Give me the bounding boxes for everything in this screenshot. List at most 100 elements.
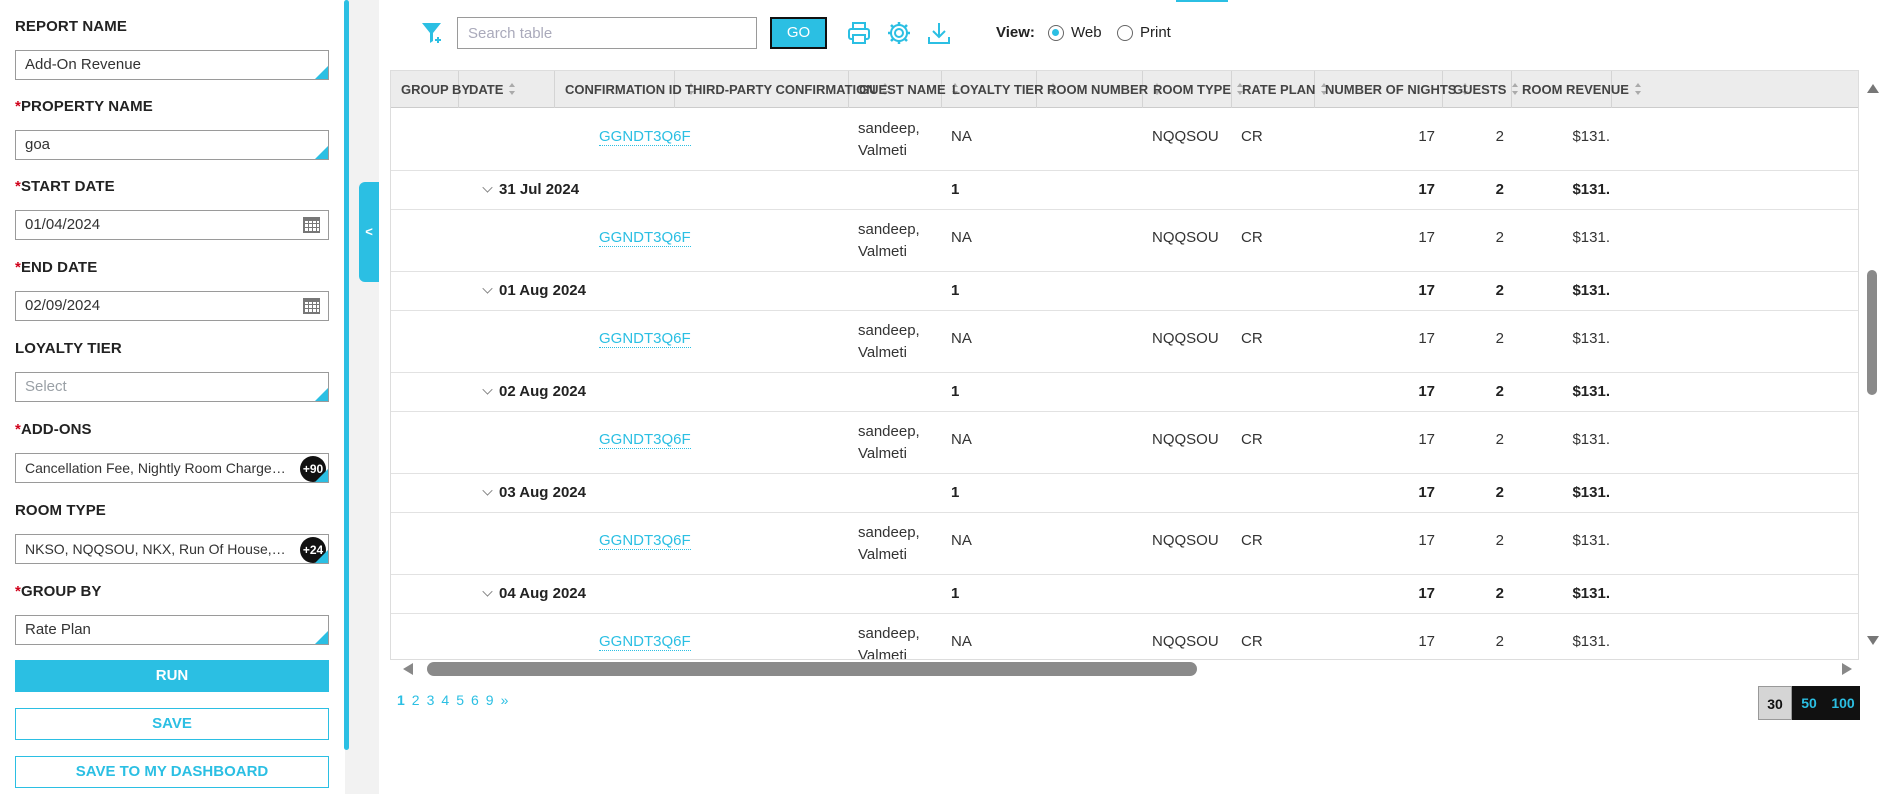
group-nights-total: 17	[1418, 484, 1435, 501]
group-row[interactable]: 31 Jul 2024 1 17 2 $131.	[391, 171, 1858, 210]
group-date-label: 01 Aug 2024	[499, 282, 586, 299]
end-date-field[interactable]: 02/09/2024	[15, 291, 329, 321]
search-table-input[interactable]	[457, 17, 757, 49]
group-row[interactable]: 04 Aug 2024 1 17 2 $131.	[391, 575, 1858, 614]
chevron-down-icon[interactable]	[482, 586, 493, 597]
page-size-option[interactable]: 100	[1826, 686, 1860, 720]
view-print-radio[interactable]	[1117, 25, 1133, 41]
column-header-label: ROOM NUMBER	[1047, 82, 1149, 97]
page-link[interactable]: 5	[456, 692, 464, 708]
guest-name-cell: sandeep, Valmeti	[858, 524, 920, 563]
group-guests-total: 2	[1495, 383, 1504, 400]
confirmation-id-link[interactable]: GGNDT3Q6F	[599, 330, 691, 348]
page-link[interactable]: 9	[486, 692, 494, 708]
settings-icon[interactable]	[886, 20, 912, 46]
group-row[interactable]: 02 Aug 2024 1 17 2 $131.	[391, 373, 1858, 412]
column-header-rate-plan[interactable]: RATE PLAN	[1232, 71, 1328, 108]
collapse-panel-button[interactable]: <	[359, 182, 379, 282]
number-of-nights-cell: 17	[1418, 431, 1435, 448]
column-header-label: ROOM REVENUE	[1522, 82, 1629, 97]
group-revenue-total: $131.	[1572, 484, 1610, 501]
guest-name-cell: sandeep, Valmeti	[858, 625, 920, 660]
page-link[interactable]: 6	[471, 692, 479, 708]
page-size-option[interactable]: 30	[1758, 686, 1792, 720]
guests-cell: 2	[1495, 229, 1504, 246]
next-page-link[interactable]: »	[501, 692, 509, 708]
column-header-group-by[interactable]: GROUP BY	[391, 71, 470, 108]
column-header-room-revenue[interactable]: ROOM REVENUE	[1512, 71, 1641, 108]
table-row: GGNDT3Q6F sandeep, Valmeti NA NQQSOU CR 17 2 $1…	[391, 109, 1858, 171]
group-by-select[interactable]: Rate Plan	[15, 615, 329, 645]
confirmation-id-link[interactable]: GGNDT3Q6F	[599, 532, 691, 550]
go-button[interactable]: GO	[770, 17, 827, 49]
chevron-down-icon[interactable]	[482, 384, 493, 395]
chevron-down-icon[interactable]	[482, 283, 493, 294]
column-header-label: RATE PLAN	[1242, 82, 1316, 97]
group-count-cell: 1	[951, 383, 960, 400]
calendar-icon[interactable]	[303, 298, 320, 314]
page-link[interactable]: 1	[397, 692, 405, 708]
guest-name-cell: sandeep, Valmeti	[858, 120, 920, 159]
horizontal-scrollbar-thumb[interactable]	[427, 662, 1197, 676]
save-to-dashboard-button[interactable]: SAVE TO MY DASHBOARD	[15, 756, 329, 788]
add-ons-select[interactable]: Cancellation Fee, Nightly Room Charge, G…	[15, 453, 329, 483]
scroll-left-arrow-icon[interactable]	[403, 663, 413, 675]
page-size-option[interactable]: 50	[1792, 686, 1826, 720]
view-print-label[interactable]: Print	[1140, 24, 1171, 41]
confirmation-id-link[interactable]: GGNDT3Q6F	[599, 633, 691, 651]
filter-icon[interactable]	[419, 20, 445, 46]
left-panel-scrollbar[interactable]	[344, 0, 349, 750]
confirmation-id-link[interactable]: GGNDT3Q6F	[599, 128, 691, 146]
report-settings-panel: REPORT NAME Add-On Revenue *PROPERTY NAM…	[0, 0, 349, 794]
run-button[interactable]: RUN	[15, 660, 329, 692]
vertical-scrollbar-thumb[interactable]	[1867, 270, 1877, 395]
room-type-cell: NQQSOU	[1152, 532, 1219, 549]
column-header-loyalty-tier[interactable]: LOYALTY TIER	[942, 71, 1056, 108]
column-header-third-party-confirmation[interactable]: THIRD-PARTY CONFIRMATION	[675, 71, 888, 108]
scroll-up-arrow-icon[interactable]	[1867, 84, 1879, 93]
save-button[interactable]: SAVE	[15, 708, 329, 740]
room-type-select[interactable]: NKSO, NQQSOU, NKX, Run Of House, S... +24	[15, 534, 329, 564]
table-row: GGNDT3Q6F sandeep, Valmeti NA NQQSOU CR 17 2 $1…	[391, 210, 1858, 272]
start-date-field[interactable]: 01/04/2024	[15, 210, 329, 240]
calendar-icon[interactable]	[303, 217, 320, 233]
column-header-room-number[interactable]: ROOM NUMBER	[1037, 71, 1161, 108]
scroll-down-arrow-icon[interactable]	[1867, 636, 1879, 645]
chevron-down-icon[interactable]	[482, 485, 493, 496]
confirmation-id-link[interactable]: GGNDT3Q6F	[599, 431, 691, 449]
view-web-label[interactable]: Web	[1071, 24, 1102, 41]
resize-handle-icon	[315, 146, 328, 159]
group-date-label: 31 Jul 2024	[499, 181, 580, 198]
page-link[interactable]: 3	[427, 692, 435, 708]
print-icon[interactable]	[846, 20, 872, 46]
download-icon[interactable]	[926, 20, 952, 46]
confirmation-id-link[interactable]: GGNDT3Q6F	[599, 229, 691, 247]
column-header-label: ROOM TYPE	[1153, 82, 1232, 97]
guests-cell: 2	[1495, 431, 1504, 448]
rate-plan-cell: CR	[1241, 330, 1263, 347]
column-header-date[interactable]: DATE	[459, 71, 555, 108]
resize-handle-icon	[315, 388, 328, 401]
column-header-confirmation-id[interactable]: CONFIRMATION ID	[555, 71, 694, 108]
page-link[interactable]: 4	[441, 692, 449, 708]
page-link[interactable]: 2	[412, 692, 420, 708]
chevron-down-icon[interactable]	[482, 182, 493, 193]
loyalty-tier-select[interactable]: Select	[15, 372, 329, 402]
sort-arrows-icon[interactable]	[509, 83, 516, 95]
column-header-guests[interactable]: GUESTS	[1443, 71, 1519, 108]
group-row[interactable]: 03 Aug 2024 1 17 2 $131.	[391, 474, 1858, 513]
group-row[interactable]: 01 Aug 2024 1 17 2 $131.	[391, 272, 1858, 311]
column-header-label: CONFIRMATION ID	[565, 82, 682, 97]
report-name-field[interactable]: Add-On Revenue	[15, 50, 329, 80]
column-header-number-of-nights[interactable]: NUMBER OF NIGHTS	[1315, 71, 1469, 108]
property-name-field[interactable]: goa	[15, 130, 329, 160]
view-web-radio[interactable]	[1048, 25, 1064, 41]
column-header-guest-name[interactable]: GUEST NAME	[849, 71, 958, 108]
scroll-right-arrow-icon[interactable]	[1842, 663, 1852, 675]
group-guests-total: 2	[1495, 282, 1504, 299]
sort-arrows-icon[interactable]	[1634, 83, 1642, 95]
property-name-label: *PROPERTY NAME	[15, 98, 153, 115]
table-row: GGNDT3Q6F sandeep, Valmeti NA NQQSOU CR 17 2 $1…	[391, 412, 1858, 474]
column-header-room-type[interactable]: ROOM TYPE	[1143, 71, 1244, 108]
number-of-nights-cell: 17	[1418, 128, 1435, 145]
